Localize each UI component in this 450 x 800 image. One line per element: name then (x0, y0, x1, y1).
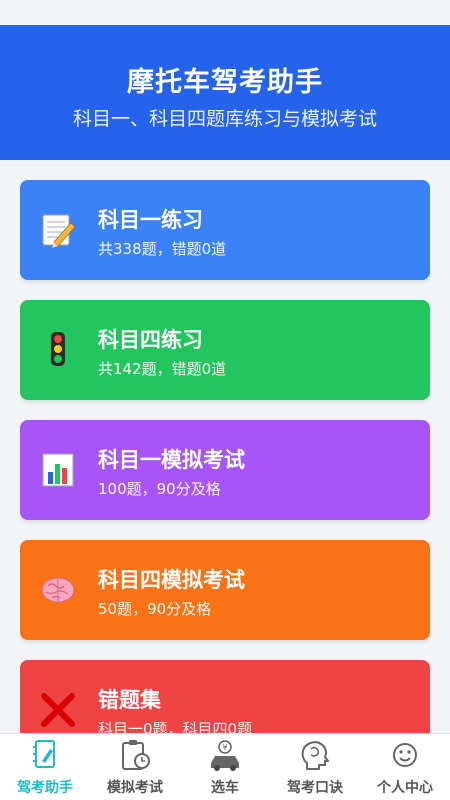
cross-mark-icon (41, 693, 75, 727)
car-yen-icon: ¥ (211, 740, 239, 771)
smiley-face-icon (393, 743, 417, 767)
svg-text:¥: ¥ (222, 743, 227, 752)
card-title: 科目四模拟考试 (98, 568, 245, 592)
tab-label: 驾考口诀 (287, 780, 343, 796)
card-subtitle: 50题，90分及格 (98, 600, 212, 618)
practice-subject1-card[interactable]: 科目一练习 共338题，错题0道 (20, 180, 430, 280)
card-subtitle: 共142题，错题0道 (98, 360, 227, 378)
tab-driving-tips[interactable]: 驾考口诀 (270, 734, 360, 800)
app-title: 摩托车驾考助手 (127, 67, 323, 98)
tab-choose-car[interactable]: ¥ 选车 (180, 734, 270, 800)
app-subtitle: 科目一、科目四题库练习与模拟考试 (72, 108, 377, 130)
traffic-light-icon (51, 332, 65, 366)
card-title: 科目一模拟考试 (98, 448, 245, 472)
bar-chart-icon (42, 453, 74, 487)
tab-label: 模拟考试 (107, 780, 163, 796)
notepad-pencil-icon (42, 214, 76, 248)
tab-profile[interactable]: 个人中心 (360, 734, 450, 800)
card-subtitle: 100题，90分及格 (98, 480, 221, 498)
tab-driving-assistant[interactable]: 驾考助手 (0, 734, 90, 800)
head-brain-icon (301, 741, 329, 770)
tab-label: 选车 (211, 780, 239, 796)
menu-card-list: 科目一练习 共338题，错题0道 科目四练习 共142题，错题0道 科目一模拟考… (20, 180, 430, 733)
tab-label: 个人中心 (377, 780, 433, 796)
clipboard-clock-icon (122, 740, 150, 770)
app-screen: 摩托车驾考助手 科目一、科目四题库练习与模拟考试 科目一练习 共338题，错题0… (0, 0, 450, 800)
card-title: 科目四练习 (98, 328, 203, 352)
card-subtitle: 科目一0题，科目四0题 (98, 720, 253, 733)
app-header: 摩托车驾考助手 科目一、科目四题库练习与模拟考试 (0, 25, 450, 160)
card-subtitle: 共338题，错题0道 (98, 240, 227, 258)
practice-subject4-card[interactable]: 科目四练习 共142题，错题0道 (20, 300, 430, 400)
bottom-tab-bar: 驾考助手 模拟考试 ¥ 选车 驾考口诀 个人中心 (0, 733, 450, 800)
card-title: 错题集 (98, 688, 161, 712)
brain-icon (41, 577, 75, 603)
status-bar (0, 0, 450, 25)
tab-label: 驾考助手 (17, 780, 73, 796)
exam-subject4-card[interactable]: 科目四模拟考试 50题，90分及格 (20, 540, 430, 640)
exam-subject1-card[interactable]: 科目一模拟考试 100题，90分及格 (20, 420, 430, 520)
wrong-questions-card[interactable]: 错题集 科目一0题，科目四0题 (20, 660, 430, 733)
notebook-pen-icon (33, 740, 55, 768)
card-title: 科目一练习 (98, 208, 203, 232)
tab-mock-exam[interactable]: 模拟考试 (90, 734, 180, 800)
